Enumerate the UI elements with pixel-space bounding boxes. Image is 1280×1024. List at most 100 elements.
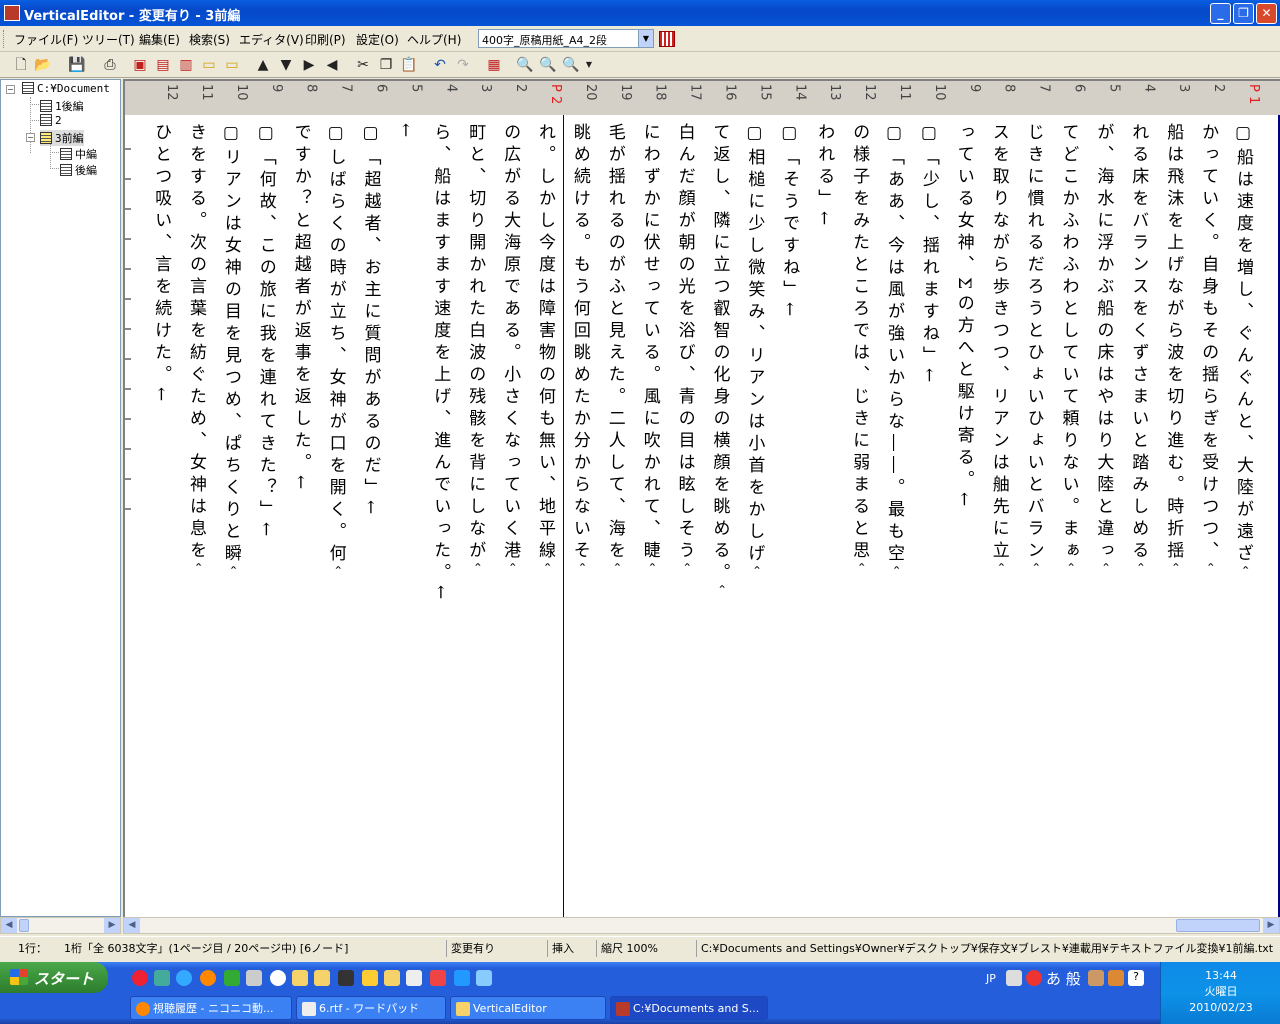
- chevron-down-icon[interactable]: ▼: [580, 56, 598, 74]
- save-icon[interactable]: 💾: [68, 56, 86, 74]
- minimize-button[interactable]: _: [1210, 3, 1231, 24]
- text-line: 白んだ顔が朝の光を浴び、青の目は眩しそう＾: [674, 123, 695, 585]
- help-icon[interactable]: ?: [1128, 970, 1144, 986]
- menu-tree[interactable]: ツリー(T): [82, 31, 135, 48]
- app-icon[interactable]: [4, 5, 20, 21]
- text-line: ▢船は速度を増し、ぐんぐんと、大陸が遠ざ＾: [1233, 123, 1253, 588]
- folder-icon[interactable]: [292, 970, 308, 986]
- quicklaunch-record-icon[interactable]: [132, 970, 148, 986]
- paste-icon[interactable]: 📋: [400, 56, 418, 74]
- quicklaunch-app-icon[interactable]: [246, 970, 262, 986]
- folder-icon[interactable]: ▭: [223, 56, 241, 74]
- app-icon: [616, 1002, 630, 1016]
- menu-edit[interactable]: 編集(E): [139, 31, 180, 48]
- collapse-icon[interactable]: −: [26, 133, 35, 142]
- undo-icon[interactable]: ↶: [431, 56, 449, 74]
- close-button[interactable]: ✕: [1256, 3, 1277, 24]
- ime-language[interactable]: JP: [986, 972, 996, 985]
- vertical-text-editor[interactable]: P 1 ▢船は速度を増し、ぐんぐんと、大陸が遠ざ＾ 2 かっていく。自身もその揺らぎを…: [123, 79, 1280, 917]
- taskbar: スタート JP あ 般 ? 視聴履歴 - ニコニコ動... 6.rtf - ワー…: [0, 962, 1280, 1024]
- document-icon: [22, 82, 34, 94]
- line-number: 8: [303, 84, 319, 93]
- firefox-icon[interactable]: [200, 970, 216, 986]
- text-line: ▢「少し、揺れますね」←: [918, 123, 939, 388]
- zoom-in-icon[interactable]: 🔍: [516, 56, 534, 74]
- manuscript-grid-icon[interactable]: ▦: [485, 56, 503, 74]
- task-wordpad[interactable]: 6.rtf - ワードパッド: [296, 996, 446, 1020]
- clock[interactable]: 13:44 火曜日 2010/02/23: [1161, 968, 1280, 1016]
- quicklaunch-app-icon[interactable]: [430, 970, 446, 986]
- line-number: 6: [1071, 84, 1087, 93]
- new-file-icon[interactable]: 🗋: [12, 56, 30, 74]
- open-file-icon[interactable]: 📂: [34, 56, 52, 74]
- menu-search[interactable]: 検索(S): [189, 31, 230, 48]
- scroll-right-icon[interactable]: ▶: [104, 918, 120, 933]
- ie-icon[interactable]: [176, 970, 192, 986]
- media-player-icon[interactable]: [270, 970, 286, 986]
- tree-node-3-selected[interactable]: 3前編: [40, 130, 84, 146]
- menu-print[interactable]: 印刷(P): [305, 31, 346, 48]
- menubar-grip[interactable]: [3, 30, 6, 48]
- move-left-icon[interactable]: ◀: [323, 56, 341, 74]
- quicklaunch-app-icon[interactable]: [406, 970, 422, 986]
- ime-tool-icon[interactable]: [1108, 970, 1124, 986]
- editor-hscrollbar[interactable]: ◀ ▶: [123, 917, 1280, 934]
- quicklaunch-app-icon[interactable]: [362, 970, 378, 986]
- task-verticaleditor[interactable]: VerticalEditor: [450, 996, 606, 1020]
- firefox-icon: [136, 1002, 150, 1016]
- move-down-icon[interactable]: ▼: [277, 56, 295, 74]
- quicklaunch-tool-icon[interactable]: [154, 970, 170, 986]
- status-bar: 1行： 1桁「全 6038文字」(1ページ目 / 20ページ中) [6ノード] …: [0, 936, 1280, 960]
- scroll-thumb[interactable]: [1176, 919, 1260, 932]
- quicklaunch-app-icon[interactable]: [476, 970, 492, 986]
- paper-format-select[interactable]: 400字_原稿用紙_A4_2段 ▼: [478, 29, 654, 48]
- ime-tool-icon[interactable]: [1026, 970, 1042, 986]
- zoom-out-icon[interactable]: 🔍: [539, 56, 557, 74]
- scroll-thumb[interactable]: [19, 919, 29, 932]
- menu-settings[interactable]: 設定(O): [356, 31, 399, 48]
- line-number: 2: [513, 84, 529, 93]
- tree-node-2[interactable]: 2: [40, 114, 62, 127]
- add-node-icon[interactable]: ▣: [131, 56, 149, 74]
- add-child-node-icon[interactable]: ▤: [154, 56, 172, 74]
- document-icon: [40, 132, 52, 144]
- zoom-select-icon[interactable]: 🔍: [562, 56, 580, 74]
- tree-node-3-2[interactable]: 後編: [60, 162, 97, 178]
- quicklaunch-app-icon[interactable]: [454, 970, 470, 986]
- redo-icon[interactable]: ↷: [454, 56, 472, 74]
- folder-icon[interactable]: [314, 970, 330, 986]
- line-number: 15: [757, 84, 773, 101]
- quicklaunch-app-icon[interactable]: [224, 970, 240, 986]
- ime-mode[interactable]: あ 般: [1046, 968, 1081, 989]
- tree-node-root[interactable]: C:¥Document: [22, 82, 110, 95]
- chevron-down-icon[interactable]: ▼: [638, 30, 653, 47]
- menu-editor[interactable]: エディタ(V): [239, 31, 304, 48]
- task-explorer[interactable]: C:¥Documents and S...: [610, 996, 768, 1020]
- folder-icon[interactable]: [384, 970, 400, 986]
- scroll-left-icon[interactable]: ◀: [124, 918, 140, 933]
- folder-icon: [456, 1002, 470, 1016]
- start-button[interactable]: スタート: [0, 962, 108, 993]
- cut-icon[interactable]: ✂: [354, 56, 372, 74]
- ime-tool-icon[interactable]: [1088, 970, 1104, 986]
- maximize-button[interactable]: ❐: [1233, 3, 1254, 24]
- copy-icon[interactable]: ❐: [377, 56, 395, 74]
- quicklaunch-app-icon[interactable]: [338, 970, 354, 986]
- grid-toggle-icon[interactable]: [659, 31, 675, 47]
- tree-hscrollbar[interactable]: ◀ ▶: [0, 917, 121, 934]
- scroll-right-icon[interactable]: ▶: [1263, 918, 1279, 933]
- collapse-icon[interactable]: −: [6, 85, 15, 94]
- print-icon[interactable]: ⎙: [101, 56, 119, 74]
- move-right-icon[interactable]: ▶: [300, 56, 318, 74]
- menu-file[interactable]: ファイル(F): [14, 31, 78, 48]
- tree-node-1[interactable]: 1後編: [40, 98, 84, 114]
- scroll-left-icon[interactable]: ◀: [1, 918, 17, 933]
- task-niconico[interactable]: 視聴履歴 - ニコニコ動...: [130, 996, 292, 1020]
- keyboard-icon[interactable]: [1006, 970, 1022, 986]
- delete-node-icon[interactable]: ▥: [177, 56, 195, 74]
- menu-help[interactable]: ヘルプ(H): [407, 31, 461, 48]
- node-tree[interactable]: − C:¥Document 1後編 2 − 3前編 中編 後編: [0, 79, 121, 917]
- tree-node-3-1[interactable]: 中編: [60, 146, 97, 162]
- move-up-icon[interactable]: ▲: [254, 56, 272, 74]
- folder-open-icon[interactable]: ▭: [200, 56, 218, 74]
